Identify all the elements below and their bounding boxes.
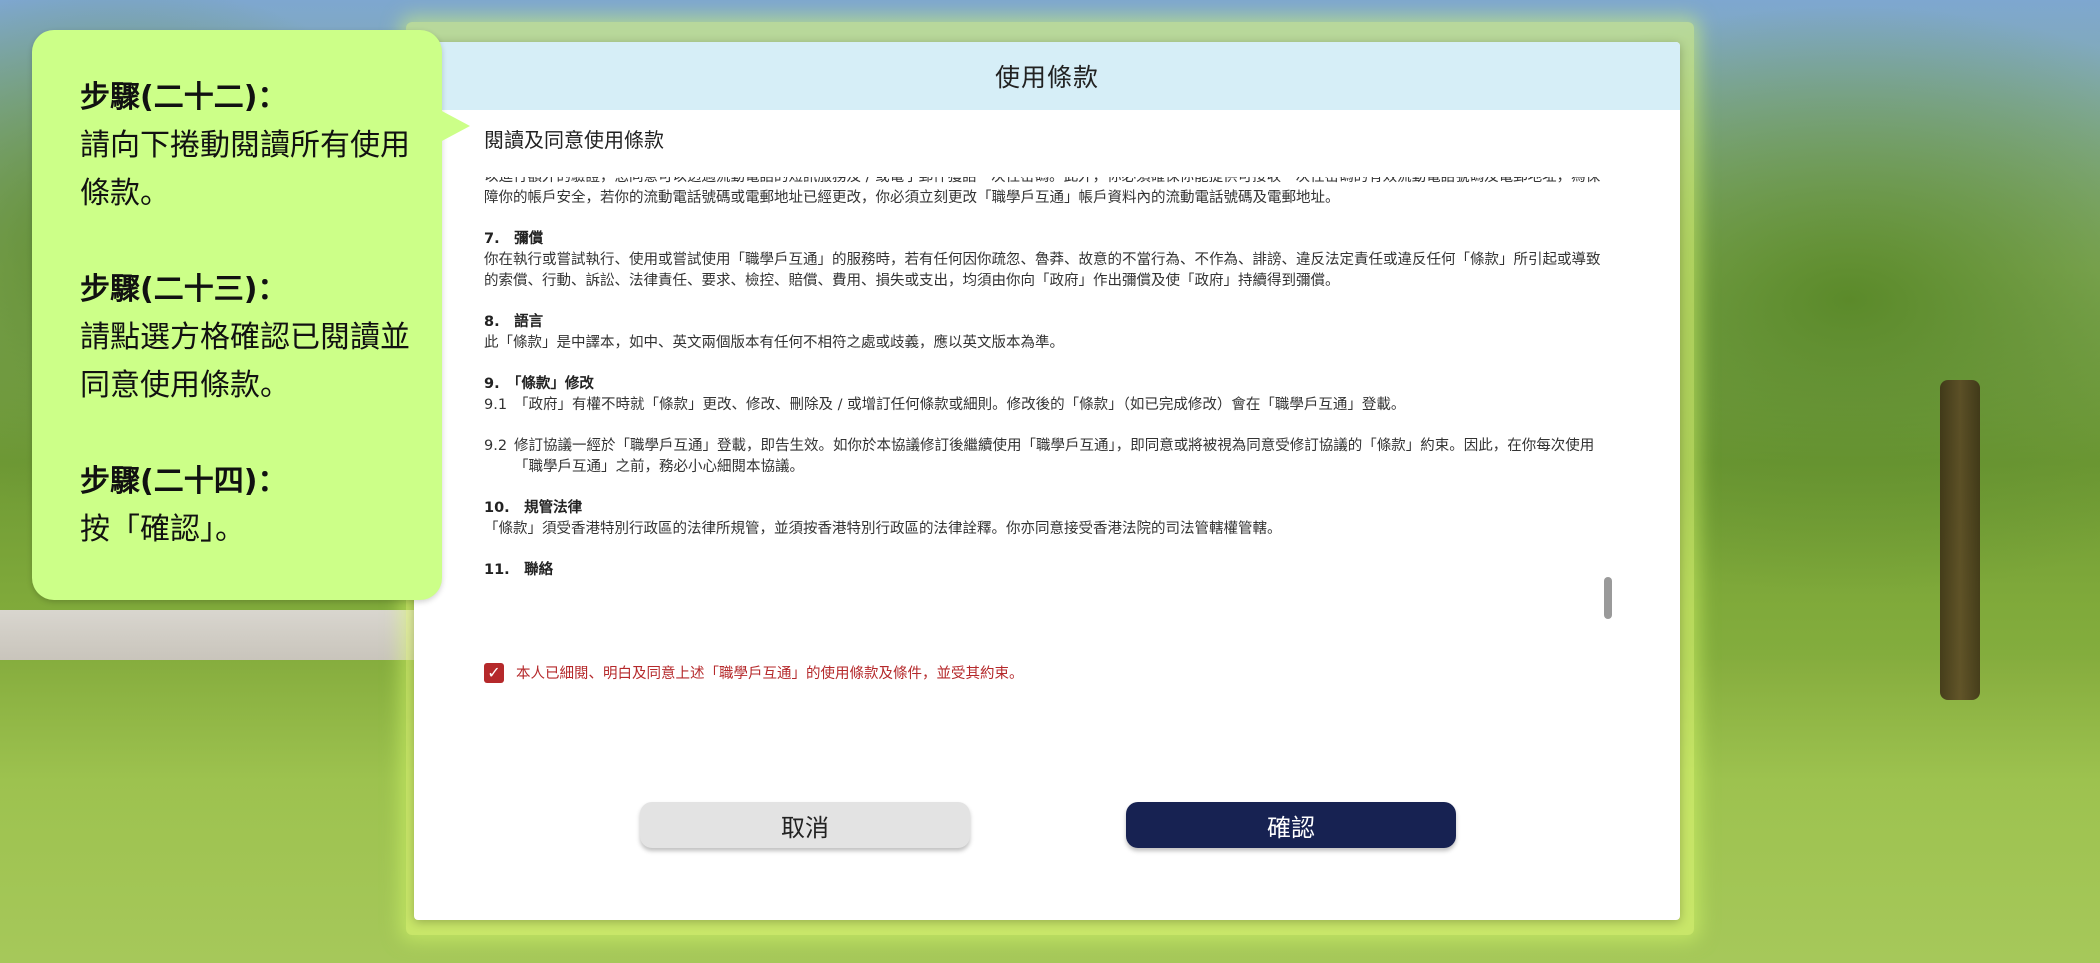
clause-10-text: 「條款」須受香港特別行政區的法律所規管，並須按香港特別行政區的法律詮釋。你亦同意… xyxy=(484,521,1282,537)
step-23: 步驟(二十三)： 請點選方格確認已閱讀並同意使用條款。 xyxy=(80,266,420,410)
clause-8-title: 8. 語言 xyxy=(484,314,544,330)
step-24-title: 步驟(二十四)： xyxy=(80,464,288,499)
step-22-title: 步驟(二十二)： xyxy=(80,80,288,115)
cancel-button[interactable]: 取消 xyxy=(640,802,970,848)
step-24: 步驟(二十四)： 按「確認」。 xyxy=(80,458,420,554)
clause-7-title: 7. 彌償 xyxy=(484,231,544,247)
clause-7-text: 你在執行或嘗試執行、使用或嘗試使用「職學戶互通」的服務時，若有任何因你疏忽、魯莽… xyxy=(484,252,1601,289)
clause-9-1: 9.1 「政府」有權不時就「條款」更改、修改、刪除及 / 或增訂任何條款或細則。… xyxy=(484,395,1604,416)
clause-9-1-text: 「政府」有權不時就「條款」更改、修改、刪除及 / 或增訂任何條款或細則。修改後的… xyxy=(514,397,1406,413)
terms-scrollbar[interactable] xyxy=(1604,177,1612,632)
step-23-text: 請點選方格確認已閱讀並同意使用條款。 xyxy=(80,320,410,403)
clause-9-title: 9. 「條款」修改 xyxy=(484,376,594,392)
clause-10-title: 10. 規管法律 xyxy=(484,500,583,516)
agree-row[interactable]: ✓ 本人已細閱、明白及同意上述「職學戶互通」的使用條款及條件，並受其約束。 xyxy=(484,662,1024,683)
terms-fragment-top: 以進行額外的驗證，您同意可以透過流動電話的短訊服務及 / 或電子郵件獲話一次性密… xyxy=(484,177,1601,206)
terms-scroll-area[interactable]: 以進行額外的驗證，您同意可以透過流動電話的短訊服務及 / 或電子郵件獲話一次性密… xyxy=(484,177,1604,632)
terms-content: 以進行額外的驗證，您同意可以透過流動電話的短訊服務及 / 或電子郵件獲話一次性密… xyxy=(484,177,1604,581)
clause-8-text: 此「條款」是中譯本，如中、英文兩個版本有任何不相符之處或歧義，應以英文版本為準。 xyxy=(484,335,1064,351)
step-24-text: 按「確認」。 xyxy=(80,512,245,547)
agree-label[interactable]: 本人已細閱、明白及同意上述「職學戶互通」的使用條款及條件，並受其約束。 xyxy=(516,662,1024,683)
clause-9-2: 9.2 修訂協議一經於「職學戶互通」登載，即告生效。如你於本協議修訂後繼續使用「… xyxy=(484,436,1604,478)
terms-heading: 閱讀及同意使用條款 xyxy=(484,128,664,152)
callout-steps: 步驟(二十二)： 請向下捲動閱讀所有使用條款。 步驟(二十三)： 請點選方格確認… xyxy=(80,74,420,554)
clause-9-2-text: 修訂協議一經於「職學戶互通」登載，即告生效。如你於本協議修訂後繼續使用「職學戶互… xyxy=(514,438,1595,475)
clause-9-2-number: 9.2 xyxy=(484,438,508,454)
step-22: 步驟(二十二)： 請向下捲動閱讀所有使用條款。 xyxy=(80,74,420,218)
agree-checkbox[interactable]: ✓ xyxy=(484,662,504,683)
callout-pointer xyxy=(440,110,470,142)
step-23-title: 步驟(二十三)： xyxy=(80,272,288,307)
step-22-text: 請向下捲動閱讀所有使用條款。 xyxy=(80,128,410,211)
confirm-button[interactable]: 確認 xyxy=(1126,802,1456,848)
terms-dialog: 使用條款 閱讀及同意使用條款 以進行額外的驗證，您同意可以透過流動電話的短訊服務… xyxy=(414,42,1680,920)
clause-11-title: 11. 聯絡 xyxy=(484,562,554,578)
instruction-callout: 步驟(二十二)： 請向下捲動閱讀所有使用條款。 步驟(二十三)： 請點選方格確認… xyxy=(32,30,442,600)
scrollbar-thumb[interactable] xyxy=(1604,577,1612,619)
clause-9-1-number: 9.1 xyxy=(484,397,508,413)
background-tree-trunk xyxy=(1940,380,1980,700)
dialog-title: 使用條款 xyxy=(414,42,1680,110)
